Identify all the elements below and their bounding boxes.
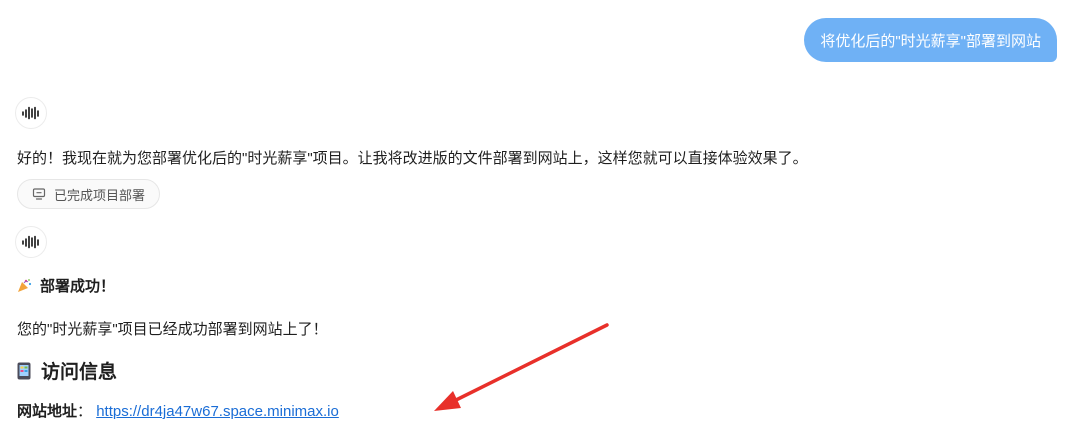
annotation-arrow (434, 323, 609, 411)
